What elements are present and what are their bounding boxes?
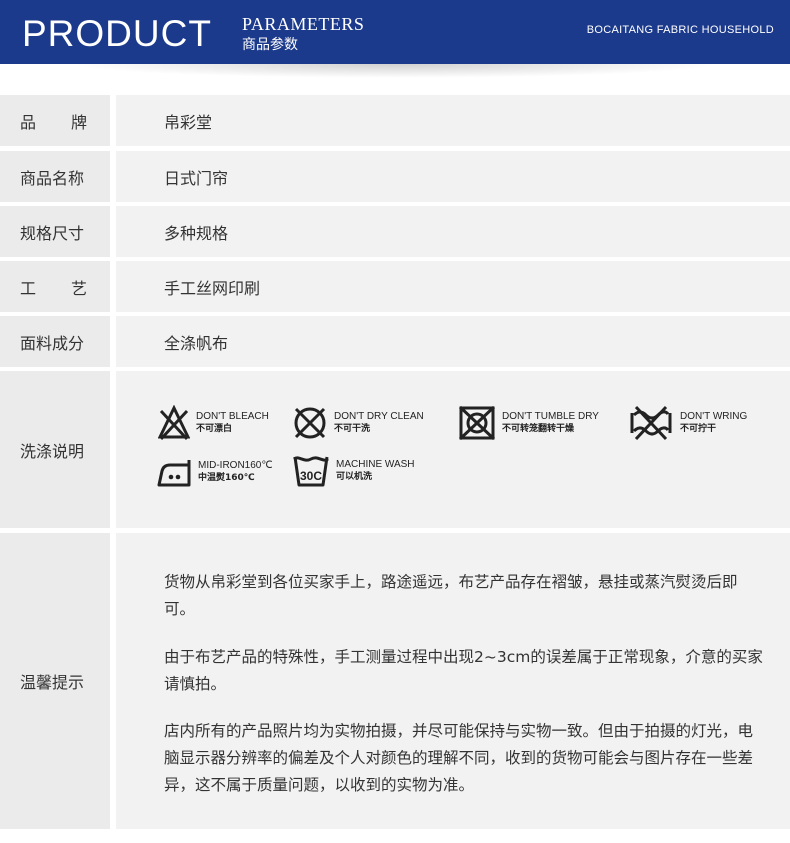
care-item-no-dry-clean: DON'T DRY CLEAN 不可干洗 [292, 405, 424, 441]
no-bleach-icon [158, 405, 190, 441]
param-value-brand: 帛彩堂 [116, 95, 790, 146]
svg-text:30C: 30C [300, 469, 322, 483]
tip-paragraph-2: 由于布艺产品的特殊性，手工测量过程中出现2~3cm的误差属于正常现象，介意的买家… [164, 648, 763, 693]
param-label-brand: 品牌 [0, 95, 110, 146]
care-item-no-wring: DON'T WRING 不可拧干 [628, 405, 747, 441]
tip-paragraph-1: 货物从帛彩堂到各位买家手上，路途遥远，布艺产品存在褶皱，悬挂或蒸汽熨烫后即可。 [164, 573, 738, 618]
param-label-tips: 温馨提示 [0, 533, 110, 829]
param-value-craft: 手工丝网印刷 [116, 261, 790, 312]
no-wring-icon [630, 405, 672, 441]
header-brand: BOCAITANG FABRIC HOUSEHOLD [586, 24, 774, 36]
care-item-machine-wash: 30C MACHINE WASH 可以机洗 [292, 453, 415, 489]
param-row-product-name: 商品名称 日式门帘 [0, 151, 790, 202]
header-banner: PRODUCT PARAMETERS 商品参数 BOCAITANG FABRIC… [0, 0, 790, 64]
param-row-craft: 工艺 手工丝网印刷 [0, 261, 790, 312]
header-shadow [70, 64, 720, 78]
no-dry-clean-icon [294, 407, 326, 439]
param-row-tips: 温馨提示 货物从帛彩堂到各位买家手上，路途遥远，布艺产品存在褶皱，悬挂或蒸汽熨烫… [0, 533, 790, 829]
care-item-no-bleach: DON'T BLEACH 不可漂白 [158, 405, 269, 441]
param-row-size: 规格尺寸 多种规格 [0, 206, 790, 257]
care-item-no-tumble-dry: DON'T TUMBLE DRY 不可转笼翻转干燥 [458, 405, 599, 441]
no-tumble-dry-icon [458, 405, 496, 441]
tips-panel: 货物从帛彩堂到各位买家手上，路途遥远，布艺产品存在褶皱，悬挂或蒸汽熨烫后即可。 … [116, 533, 790, 829]
param-value-material: 全涤帆布 [116, 316, 790, 367]
care-symbols-panel: DON'T BLEACH 不可漂白 DON'T DRY CLEAN 不可干洗 D… [116, 371, 790, 528]
param-label-craft: 工艺 [0, 261, 110, 312]
header-title-parameters: PARAMETERS [242, 14, 365, 34]
iron-medium-icon [157, 460, 191, 487]
param-label-care: 洗涤说明 [0, 371, 110, 528]
param-label-material: 面料成分 [0, 316, 110, 367]
param-label-size: 规格尺寸 [0, 206, 110, 257]
machine-wash-icon: 30C [293, 456, 329, 487]
param-label-product-name: 商品名称 [0, 151, 110, 202]
header-title-cn: 商品参数 [242, 37, 298, 53]
param-row-material: 面料成分 全涤帆布 [0, 316, 790, 367]
tip-paragraph-3: 店内所有的产品照片均为实物拍摄，并尽可能保持与实物一致。但由于拍摄的灯光，电脑显… [164, 722, 754, 794]
header-title-product: PRODUCT [22, 13, 212, 54]
param-value-product-name: 日式门帘 [116, 151, 790, 202]
param-row-care: 洗涤说明 DON'T BLEACH 不可漂白 DON'T DRY CLEAN 不… [0, 371, 790, 528]
param-value-size: 多种规格 [116, 206, 790, 257]
care-item-iron: MID-IRON160℃ 中温熨160℃ [156, 455, 273, 489]
param-row-brand: 品牌 帛彩堂 [0, 95, 790, 146]
